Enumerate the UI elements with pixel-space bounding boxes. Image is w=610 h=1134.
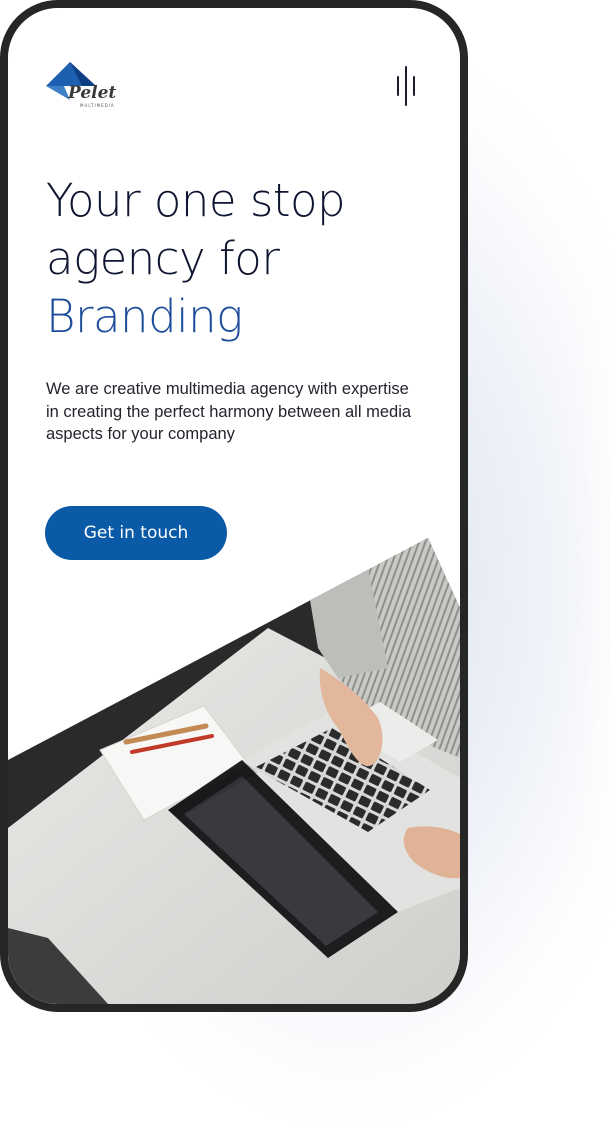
workspace-laptop-photo (8, 538, 460, 1004)
brand-logo[interactable]: Pelet MULTIMEDIA (46, 56, 130, 110)
headline-line-2: agency for (46, 232, 280, 285)
logo-mark-icon: Pelet MULTIMEDIA (46, 62, 116, 108)
headline-line-1: Your one stop (46, 174, 346, 227)
headline-accent: Branding (46, 290, 243, 343)
hero-description: We are creative multimedia agency with e… (46, 380, 412, 443)
logo-subtext: MULTIMEDIA (80, 103, 115, 108)
stage: Pelet MULTIMEDIA Your one stop agency fo… (0, 0, 610, 1134)
phone-screen: Pelet MULTIMEDIA Your one stop agency fo… (8, 8, 460, 1004)
menu-line-right (413, 76, 415, 96)
hamburger-menu-icon[interactable] (394, 66, 420, 106)
menu-line-left (397, 76, 399, 96)
menu-line-center (405, 66, 407, 106)
logo-wordmark: Pelet (67, 83, 116, 103)
phone-frame: Pelet MULTIMEDIA Your one stop agency fo… (0, 0, 468, 1012)
hero-headline: Your one stop agency for Branding (46, 172, 446, 346)
